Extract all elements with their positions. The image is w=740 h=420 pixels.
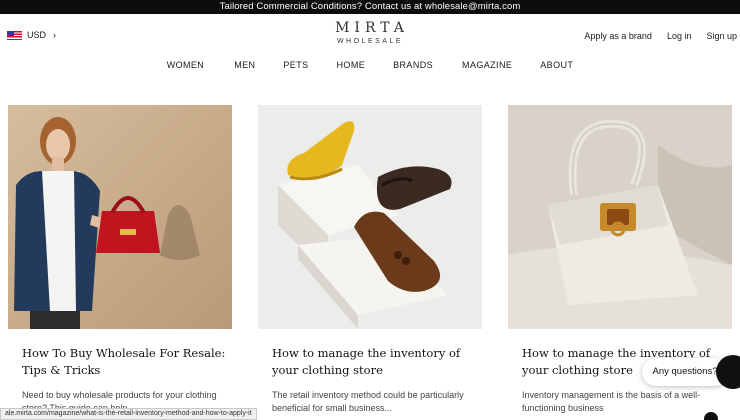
chevron-right-icon: › bbox=[53, 30, 57, 40]
announcement-text: Tailored Commercial Conditions? Contact … bbox=[219, 1, 521, 12]
article-image-white-handbag[interactable] bbox=[508, 105, 732, 329]
article-title[interactable]: How To Buy Wholesale For Resale: Tips & … bbox=[8, 345, 232, 379]
browser-status-url: ale.mirta.com/magazine/what-is-the-retai… bbox=[0, 408, 257, 420]
nav-about[interactable]: ABOUT bbox=[540, 60, 573, 70]
nav-home[interactable]: HOME bbox=[337, 60, 366, 70]
currency-selector[interactable]: USD › bbox=[7, 30, 56, 40]
nav-men[interactable]: MEN bbox=[234, 60, 255, 70]
site-logo[interactable]: MIRTA WHOLESALE bbox=[320, 20, 420, 45]
sign-up-link[interactable]: Sign up bbox=[706, 31, 737, 41]
article-image-woman-handbag[interactable] bbox=[8, 105, 232, 329]
apply-as-brand-link[interactable]: Apply as a brand bbox=[584, 31, 652, 41]
article-image-shoes[interactable] bbox=[258, 105, 482, 329]
article-title[interactable]: How to manage the inventory of your clot… bbox=[258, 345, 482, 379]
article-card[interactable]: How To Buy Wholesale For Resale: Tips & … bbox=[8, 105, 232, 415]
us-flag-icon bbox=[7, 30, 22, 40]
article-card[interactable]: How to manage the inventory of your clot… bbox=[258, 105, 482, 415]
currency-label: USD bbox=[27, 30, 47, 40]
account-links: Apply as a brand Log in Sign up bbox=[584, 31, 737, 41]
log-in-link[interactable]: Log in bbox=[667, 31, 692, 41]
site-header: USD › MIRTA WHOLESALE Apply as a brand L… bbox=[0, 14, 740, 58]
logo-sub: WHOLESALE bbox=[336, 38, 404, 45]
nav-brands[interactable]: BRANDS bbox=[393, 60, 433, 70]
main-nav: WOMEN MEN PETS HOME BRANDS MAGAZINE ABOU… bbox=[0, 60, 740, 70]
nav-magazine[interactable]: MAGAZINE bbox=[462, 60, 512, 70]
nav-women[interactable]: WOMEN bbox=[167, 60, 205, 70]
article-excerpt: Inventory management is the basis of a w… bbox=[522, 390, 701, 413]
announcement-bar: Tailored Commercial Conditions? Contact … bbox=[0, 0, 740, 14]
logo-main: MIRTA bbox=[335, 20, 409, 36]
article-excerpt: The retail inventory method could be par… bbox=[272, 390, 464, 413]
nav-pets[interactable]: PETS bbox=[283, 60, 308, 70]
chat-secondary-icon[interactable] bbox=[704, 412, 718, 420]
